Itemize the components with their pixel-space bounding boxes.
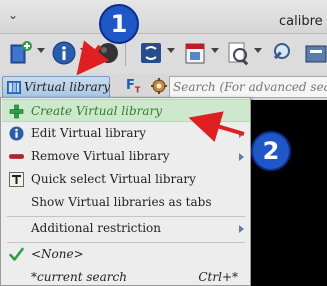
menu-item-shortcut: Ctrl+*: [198, 270, 238, 284]
menu-item-quick-select[interactable]: Quick select Virtual library: [2, 168, 250, 191]
virtual-library-button[interactable]: Virtual library: [2, 76, 110, 98]
checkmark-icon: [9, 247, 24, 261]
submenu-arrow-icon: [239, 225, 244, 233]
view-book-icon[interactable]: [225, 40, 251, 66]
menu-item-create-virtual-library[interactable]: Create Virtual library: [2, 99, 250, 122]
store-icon[interactable]: [302, 40, 327, 66]
submenu-arrow-icon: [239, 130, 244, 138]
virtual-library-menu: Create Virtual library Edit Virtual libr…: [0, 97, 251, 286]
search-icon[interactable]: [269, 40, 295, 66]
book-details-icon[interactable]: [51, 40, 77, 66]
library-icon: [7, 81, 21, 94]
menu-item-current-search[interactable]: *current search Ctrl+*: [2, 266, 250, 286]
gear-icon[interactable]: [150, 77, 168, 95]
add-books-dropdown-chevron-icon[interactable]: [37, 48, 45, 53]
add-books-icon[interactable]: [8, 40, 34, 66]
window-menu-chevron-icon[interactable]: ⌄: [8, 8, 18, 22]
menu-item-additional-restriction[interactable]: Additional restriction: [2, 217, 250, 240]
menu-item-label: Show Virtual libraries as tabs: [31, 195, 212, 209]
virtual-library-label: Virtual library: [24, 80, 111, 94]
window-title: calibre -: [279, 14, 327, 29]
book-details-dropdown-chevron-icon[interactable]: [80, 48, 88, 53]
text-t-icon: [9, 172, 24, 187]
full-text-search-icon[interactable]: FT: [126, 78, 140, 95]
convert-books-icon[interactable]: [138, 40, 164, 66]
calendar-dropdown-chevron-icon[interactable]: [211, 48, 219, 53]
menu-item-label: Create Virtual library: [31, 104, 163, 118]
plus-icon: [9, 104, 24, 119]
menu-item-label: Quick select Virtual library: [31, 172, 196, 186]
annotation-badge-2: 2: [251, 131, 291, 171]
search-input[interactable]: [173, 78, 327, 96]
main-toolbar: [0, 34, 327, 74]
book-cover-area: [248, 100, 327, 286]
view-dropdown-chevron-icon[interactable]: [254, 48, 262, 53]
calendar-icon[interactable]: [182, 40, 208, 66]
toolbar-separator: [125, 42, 126, 66]
menu-item-remove-virtual-library[interactable]: Remove Virtual library: [2, 145, 250, 168]
annotation-badge-1: 1: [99, 4, 139, 44]
title-bar: ⌄ calibre -: [0, 0, 327, 34]
menu-item-show-as-tabs[interactable]: Show Virtual libraries as tabs: [2, 191, 250, 214]
convert-dropdown-chevron-icon[interactable]: [167, 48, 175, 53]
menu-item-edit-virtual-library[interactable]: Edit Virtual library: [2, 122, 250, 145]
minus-icon: [9, 154, 24, 159]
menu-item-label: *current search: [31, 270, 127, 284]
menu-item-label: Edit Virtual library: [31, 126, 147, 140]
submenu-arrow-icon: [239, 153, 244, 161]
menu-item-none[interactable]: <None>: [2, 243, 250, 266]
search-box[interactable]: [169, 76, 327, 98]
menu-item-label: <None>: [31, 247, 84, 261]
menu-item-label: Remove Virtual library: [31, 149, 170, 163]
info-icon: [9, 126, 24, 141]
menu-item-label: Additional restriction: [31, 221, 162, 235]
